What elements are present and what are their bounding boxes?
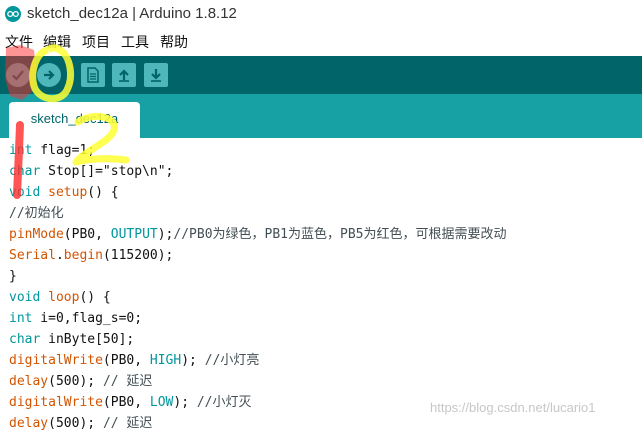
arrow-right-icon	[44, 70, 55, 80]
code-token: (500);	[48, 374, 103, 389]
watermark: https://blog.csdn.net/lucario1	[430, 400, 596, 415]
code-token: OUTPUT	[110, 227, 158, 242]
code-line[interactable]: digitalWrite(PB0, HIGH); //小灯亮	[9, 350, 259, 371]
code-token: int	[9, 311, 33, 326]
code-token: digitalWrite	[9, 395, 103, 410]
code-token: () {	[87, 185, 119, 200]
menu-edit[interactable]: 编辑	[43, 32, 71, 52]
code-token: loop	[48, 290, 80, 305]
code-editor[interactable]: int flag=1; char Stop[]="stop\n"; void s…	[0, 138, 642, 431]
code-line[interactable]: delay(500); // 延迟	[9, 371, 152, 392]
code-token: (PB0,	[63, 227, 111, 242]
code-token: setup	[48, 185, 88, 200]
code-token: int	[9, 143, 33, 158]
new-button[interactable]	[81, 63, 105, 87]
open-arrow-up-icon	[119, 69, 129, 82]
tab-label: sketch_dec12a	[30, 111, 119, 126]
upload-button[interactable]	[37, 63, 61, 87]
code-line[interactable]: //初始化	[9, 203, 64, 224]
code-line[interactable]: digitalWrite(PB0, LOW); //小灯灭	[9, 392, 252, 413]
code-token: LOW	[149, 395, 174, 410]
code-token: (115200);	[102, 248, 174, 263]
code-line[interactable]: void loop() {	[9, 287, 111, 308]
menu-file[interactable]: 文件	[5, 32, 33, 52]
code-token: );	[157, 227, 174, 242]
open-button[interactable]	[112, 63, 136, 87]
code-token: () {	[79, 290, 111, 305]
menu-tools[interactable]: 工具	[121, 32, 149, 52]
arduino-logo-icon	[5, 6, 21, 22]
title-bar: sketch_dec12a | Arduino 1.8.12	[0, 0, 642, 30]
code-token: pinMode	[9, 227, 64, 242]
code-line[interactable]: char Stop[]="stop\n";	[9, 161, 173, 182]
code-line[interactable]: void setup() {	[9, 182, 119, 203]
code-token: //小灯亮	[204, 353, 260, 368]
code-token: begin	[63, 248, 103, 263]
code-token: (PB0,	[102, 353, 150, 368]
code-token: flag=1;	[32, 143, 96, 158]
tab-sketch[interactable]: sketch_dec12a	[9, 102, 140, 138]
code-token: (500);	[48, 416, 103, 431]
code-token: i=0,flag_s=0;	[32, 311, 143, 326]
code-line[interactable]: char inByte[50];	[9, 329, 134, 350]
code-token: inByte[50];	[40, 332, 135, 347]
code-token: char	[9, 332, 41, 347]
window-title: sketch_dec12a | Arduino 1.8.12	[27, 5, 237, 22]
code-token: // 延迟	[102, 416, 153, 431]
code-token: //初始化	[9, 206, 64, 221]
code-token: Serial	[9, 248, 56, 263]
code-token: .	[55, 248, 64, 263]
code-token: delay	[9, 374, 49, 389]
code-token: }	[9, 269, 17, 284]
toolbar	[0, 56, 642, 94]
code-line[interactable]: }	[9, 266, 17, 287]
menu-bar: 文件 编辑 项目 工具 帮助	[0, 30, 642, 54]
code-token: //PB0为绿色，PB1为蓝色，PB5为红色，可根据需要改动	[173, 227, 507, 242]
new-file-icon	[87, 67, 99, 83]
code-token: void	[9, 185, 41, 200]
menu-sketch[interactable]: 项目	[82, 32, 110, 52]
code-line[interactable]: pinMode(PB0, OUTPUT);//PB0为绿色，PB1为蓝色，PB5…	[9, 224, 506, 245]
code-line[interactable]: int i=0,flag_s=0;	[9, 308, 142, 329]
code-token: Stop[]="stop\n";	[40, 164, 174, 179]
code-line[interactable]: delay(500); // 延迟	[9, 413, 152, 434]
verify-button[interactable]	[6, 63, 30, 87]
code-token: );	[173, 395, 197, 410]
menu-help[interactable]: 帮助	[160, 32, 188, 52]
code-token: char	[9, 164, 41, 179]
check-icon	[12, 70, 24, 81]
code-token: delay	[9, 416, 49, 431]
code-token: HIGH	[149, 353, 182, 368]
code-token: void	[9, 290, 41, 305]
save-arrow-down-icon	[151, 69, 161, 82]
code-token: (PB0,	[102, 395, 150, 410]
code-line[interactable]: int flag=1;	[9, 140, 95, 161]
code-token: );	[181, 353, 205, 368]
code-line[interactable]: Serial.begin(115200);	[9, 245, 173, 266]
code-token: digitalWrite	[9, 353, 103, 368]
save-button[interactable]	[144, 63, 168, 87]
code-token: //小灯灭	[196, 395, 252, 410]
code-token: // 延迟	[102, 374, 153, 389]
tab-strip: sketch_dec12a	[0, 94, 642, 138]
